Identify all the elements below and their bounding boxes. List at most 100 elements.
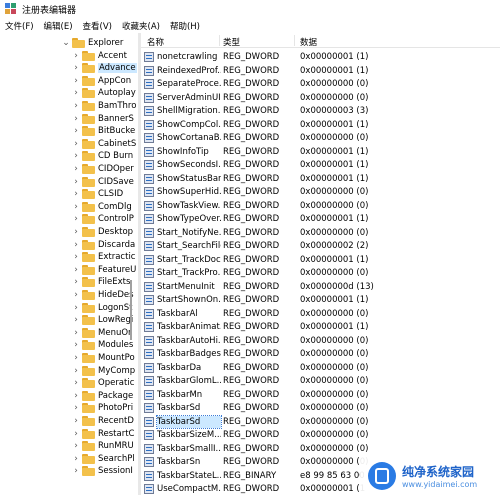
registry-value-row[interactable]: TaskbarAutoHi... REG_DWORD 0x00000000 (0) bbox=[141, 334, 500, 348]
tree-item[interactable]: › CabinetS bbox=[72, 137, 136, 150]
tree-item[interactable]: › CD Burn bbox=[72, 150, 133, 163]
registry-value-row[interactable]: Start_SearchFilesREG_DWORD 0x00000002 (2) bbox=[141, 239, 500, 253]
chevron-right-icon[interactable]: › bbox=[72, 75, 80, 87]
registry-value-row[interactable]: ShowTypeOver... REG_DWORD 0x00000001 (1) bbox=[141, 212, 500, 226]
tree-item[interactable]: › FileExts bbox=[72, 276, 130, 289]
chevron-right-icon[interactable]: › bbox=[72, 415, 80, 427]
tree-item[interactable]: › BamThro bbox=[72, 99, 136, 112]
registry-value-row[interactable]: TaskbarSd REG_DWORD 0x00000000 (0) bbox=[141, 401, 500, 415]
tree-item[interactable]: › Autoplay bbox=[72, 87, 136, 100]
chevron-right-icon[interactable]: › bbox=[72, 176, 80, 188]
chevron-right-icon[interactable]: › bbox=[72, 289, 80, 301]
registry-value-row[interactable]: Start_NotifyNe... REG_DWORD 0x00000000 (0) bbox=[141, 226, 500, 240]
column-header-name[interactable]: 名称 bbox=[147, 36, 164, 48]
tree-item[interactable]: › CLSID bbox=[72, 188, 123, 201]
registry-value-row[interactable]: TaskbarGlomL... REG_DWORD 0x00000000 (0) bbox=[141, 374, 500, 388]
chevron-right-icon[interactable]: › bbox=[72, 352, 80, 364]
column-header-type[interactable]: 类型 bbox=[223, 36, 240, 48]
registry-value-row[interactable]: ServerAdminUI REG_DWORD 0x00000000 (0) bbox=[141, 91, 500, 105]
tree-item[interactable]: › MountPo bbox=[72, 351, 135, 364]
registry-value-row[interactable]: TaskbarMn REG_DWORD 0x00000000 (0) bbox=[141, 388, 500, 402]
tree-item[interactable]: › SearchPl bbox=[72, 452, 135, 465]
tree-scrollbar-thumb[interactable] bbox=[130, 280, 132, 340]
chevron-right-icon[interactable]: › bbox=[72, 402, 80, 414]
tree-item[interactable]: › Operatic bbox=[72, 377, 134, 390]
column-separator[interactable] bbox=[294, 35, 295, 46]
tree-item[interactable]: › Discarda bbox=[72, 238, 135, 251]
column-header-data[interactable]: 数据 bbox=[300, 36, 317, 48]
chevron-right-icon[interactable]: › bbox=[72, 390, 80, 402]
registry-value-row[interactable]: TaskbarSmallI... REG_DWORD 0x00000000 (0) bbox=[141, 442, 500, 456]
registry-value-row[interactable]: TaskbarDa REG_DWORD 0x00000000 (0) bbox=[141, 361, 500, 375]
tree-item[interactable]: › FeatureU bbox=[72, 263, 136, 276]
tree-item[interactable]: › PhotoPri bbox=[72, 402, 133, 415]
chevron-right-icon[interactable]: › bbox=[72, 465, 80, 477]
tree-item[interactable]: › CIDSave bbox=[72, 175, 134, 188]
menu-item[interactable]: 文件(F) bbox=[0, 20, 39, 32]
chevron-right-icon[interactable]: › bbox=[72, 251, 80, 263]
registry-value-row[interactable]: StartMenuInit REG_DWORD 0x0000000d (13) bbox=[141, 280, 500, 294]
registry-value-row[interactable]: TaskbarBadges REG_DWORD 0x00000000 (0) bbox=[141, 347, 500, 361]
chevron-right-icon[interactable]: › bbox=[72, 377, 80, 389]
chevron-right-icon[interactable]: › bbox=[72, 100, 80, 112]
tree-item[interactable]: › BitBucke bbox=[72, 125, 135, 138]
tree-item[interactable]: › AppCon bbox=[72, 74, 131, 87]
registry-value-row[interactable]: ShowInfoTip REG_DWORD 0x00000001 (1) bbox=[141, 145, 500, 159]
chevron-right-icon[interactable]: › bbox=[72, 113, 80, 125]
tree-item[interactable]: › SessionI bbox=[72, 465, 133, 478]
registry-value-row[interactable]: Start_TrackPro... REG_DWORD 0x00000000 (0) bbox=[141, 266, 500, 280]
tree-item[interactable]: › ControlP bbox=[72, 213, 134, 226]
registry-value-row[interactable]: nonetcrawling REG_DWORD 0x00000001 (1) bbox=[141, 50, 500, 64]
chevron-right-icon[interactable]: › bbox=[72, 428, 80, 440]
tree-item[interactable]: › Modules bbox=[72, 339, 133, 352]
chevron-right-icon[interactable]: › bbox=[72, 87, 80, 99]
chevron-right-icon[interactable]: › bbox=[72, 365, 80, 377]
chevron-right-icon[interactable]: › bbox=[72, 302, 80, 314]
tree-item-explorer[interactable]: ⌄ Explorer bbox=[62, 36, 123, 49]
registry-value-row[interactable]: ShowCortanaB... REG_DWORD 0x00000000 (0) bbox=[141, 131, 500, 145]
chevron-right-icon[interactable]: › bbox=[72, 314, 80, 326]
registry-value-row[interactable]: StartShownOn... REG_DWORD 0x00000001 (1) bbox=[141, 293, 500, 307]
chevron-right-icon[interactable]: › bbox=[72, 201, 80, 213]
registry-value-row[interactable]: ShowSecondsI... REG_DWORD 0x00000001 (1) bbox=[141, 158, 500, 172]
chevron-right-icon[interactable]: › bbox=[72, 138, 80, 150]
registry-value-row[interactable]: TaskbarAl REG_DWORD 0x00000000 (0) bbox=[141, 307, 500, 321]
tree-item[interactable]: › MyComp bbox=[72, 364, 135, 377]
registry-value-row[interactable]: ShellMigration... REG_DWORD 0x00000003 (3) bbox=[141, 104, 500, 118]
tree-item[interactable]: › HideDes bbox=[72, 288, 134, 301]
chevron-right-icon[interactable]: › bbox=[72, 264, 80, 276]
key-tree-pane[interactable]: ⌄ Explorer › Accent › Advance › AppCon › Autoplay… bbox=[0, 33, 138, 495]
chevron-right-icon[interactable]: › bbox=[72, 453, 80, 465]
values-list-pane[interactable]: 名称 类型 数据 nonetcrawling REG_DWORD 0x0000000… bbox=[141, 33, 500, 495]
chevron-right-icon[interactable]: › bbox=[72, 163, 80, 175]
chevron-right-icon[interactable]: › bbox=[72, 276, 80, 288]
chevron-right-icon[interactable]: › bbox=[72, 339, 80, 351]
chevron-right-icon[interactable]: › bbox=[72, 239, 80, 251]
tree-item[interactable]: › Accent bbox=[72, 49, 127, 62]
registry-value-row[interactable]: ReindexedProf... REG_DWORD 0x00000001 (1) bbox=[141, 64, 500, 78]
registry-value-row[interactable]: TaskbarSd REG_DWORD 0x00000000 (0) bbox=[141, 414, 500, 429]
tree-item[interactable]: › MenuOr bbox=[72, 326, 132, 339]
registry-value-row[interactable]: TaskbarSizeM... REG_DWORD 0x00000000 (0) bbox=[141, 428, 500, 442]
chevron-right-icon[interactable]: › bbox=[72, 188, 80, 200]
menu-item[interactable]: 查看(V) bbox=[78, 20, 117, 32]
registry-value-row[interactable]: ShowSuperHid... REG_DWORD 0x00000000 (0) bbox=[141, 185, 500, 199]
registry-value-row[interactable]: TaskbarAnimat... REG_DWORD 0x00000001 (1) bbox=[141, 320, 500, 334]
chevron-right-icon[interactable]: › bbox=[72, 226, 80, 238]
registry-value-row[interactable]: ShowCompCol... REG_DWORD 0x00000001 (1) bbox=[141, 118, 500, 132]
tree-item[interactable]: › CIDOper bbox=[72, 162, 134, 175]
registry-value-row[interactable]: SeparateProce... REG_DWORD 0x00000000 (0) bbox=[141, 77, 500, 91]
chevron-right-icon[interactable]: › bbox=[72, 150, 80, 162]
tree-item[interactable]: › Advance bbox=[72, 62, 137, 75]
chevron-down-icon[interactable]: ⌄ bbox=[62, 37, 70, 49]
chevron-right-icon[interactable]: › bbox=[72, 50, 80, 62]
registry-value-row[interactable]: ShowStatusBar REG_DWORD 0x00000001 (1) bbox=[141, 172, 500, 186]
chevron-right-icon[interactable]: › bbox=[72, 125, 80, 137]
tree-item[interactable]: › LowRegi bbox=[72, 314, 133, 327]
tree-item[interactable]: › RestartC bbox=[72, 427, 135, 440]
registry-value-row[interactable]: Start_TrackDocs REG_DWORD 0x00000001 (1) bbox=[141, 253, 500, 267]
column-separator[interactable] bbox=[219, 35, 220, 46]
tree-item[interactable]: › Package bbox=[72, 389, 133, 402]
chevron-right-icon[interactable]: › bbox=[72, 440, 80, 452]
chevron-right-icon[interactable]: › bbox=[72, 213, 80, 225]
